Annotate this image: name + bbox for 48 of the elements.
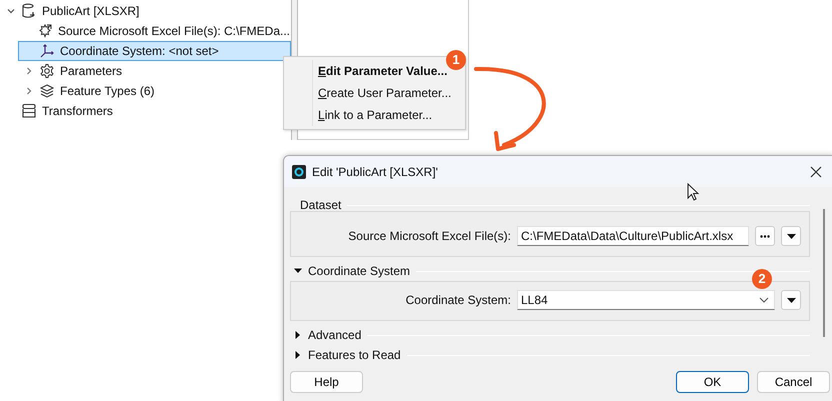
ellipsis-icon	[760, 234, 770, 238]
expander-icon[interactable]	[294, 267, 302, 275]
close-icon[interactable]	[810, 166, 822, 178]
menu-dropdown-button[interactable]	[781, 290, 801, 310]
dropdown-field[interactable]: LL84	[517, 290, 775, 310]
triangle-caret-icon	[786, 298, 796, 302]
caret-icon	[759, 297, 769, 303]
file-path-field[interactable]: C:\FMEData\Data\Culture\PublicArt.xlsx	[517, 226, 749, 246]
tree-label: Feature Types (6)	[60, 84, 154, 98]
tree-item[interactable]: Transformers	[0, 101, 291, 121]
layers-icon	[39, 83, 55, 99]
section-title: Advanced	[308, 328, 362, 342]
triangle-caret-icon	[786, 234, 796, 238]
tree-label: PublicArt [XLSXR]	[42, 4, 140, 18]
tree-label: Source Microsoft Excel File(s): C:\FMEDa...	[58, 24, 290, 38]
section-title: Dataset	[300, 198, 342, 212]
expander-icon[interactable]	[294, 331, 302, 339]
tree-item[interactable]: Source Microsoft Excel File(s): C:\FMEDa...	[18, 21, 291, 41]
section-title: Features to Read	[308, 348, 401, 362]
dialog-button[interactable]: Help	[290, 371, 363, 393]
tree-label: Parameters	[60, 64, 122, 78]
gear-arrow-icon	[36, 23, 53, 39]
axes-icon	[39, 43, 55, 59]
tree-label: Coordinate System: <not set>	[60, 44, 219, 58]
menu-item[interactable]: Link to a Parameter...	[312, 104, 465, 126]
settings-icon	[39, 63, 55, 79]
stack-icon	[21, 103, 37, 119]
chevron-icon[interactable]	[7, 7, 15, 15]
menu-item[interactable]: Create User Parameter...	[312, 82, 465, 104]
dialog-title: Edit 'PublicArt [XLSXR]'	[312, 164, 438, 178]
section-title: Coordinate System	[308, 264, 410, 278]
chevron-icon[interactable]	[25, 67, 33, 75]
scrollbar-thumb[interactable]	[823, 209, 825, 337]
field-label: Coordinate System:	[406, 293, 511, 307]
browse-button[interactable]	[755, 226, 775, 246]
tree-item[interactable]: Feature Types (6)	[18, 81, 291, 101]
tree-item[interactable]: Parameters	[18, 61, 291, 81]
chevron-icon[interactable]	[25, 87, 33, 95]
dialog-button[interactable]: OK	[676, 371, 749, 393]
expander-icon[interactable]	[294, 351, 302, 359]
database-icon	[21, 3, 37, 19]
menu-dropdown-button[interactable]	[781, 226, 801, 246]
app-icon	[292, 164, 306, 178]
dialog-button[interactable]: Cancel	[757, 371, 830, 393]
tree-label: Transformers	[42, 104, 113, 118]
selected-tree-item[interactable]: Coordinate System: <not set>	[18, 41, 291, 61]
tree-item[interactable]: PublicArt [XLSXR]	[0, 1, 291, 21]
field-label: Source Microsoft Excel File(s):	[348, 229, 511, 243]
